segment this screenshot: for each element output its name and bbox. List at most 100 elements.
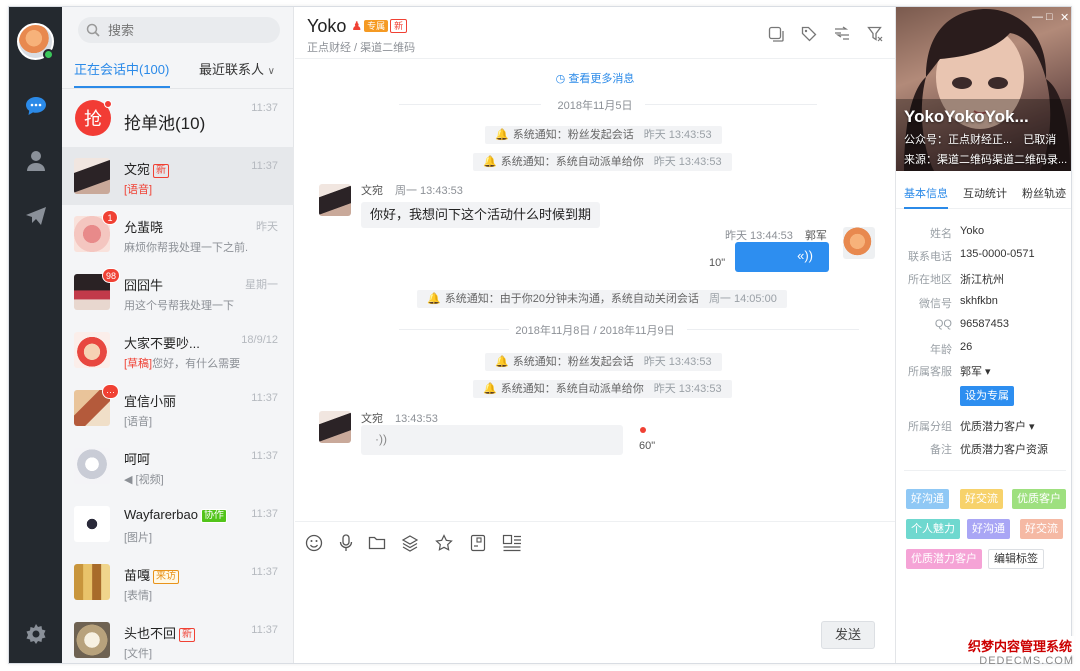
chat-icon[interactable] [23,93,48,118]
copy-icon[interactable] [765,23,787,45]
message-time: 昨天 13:44:53 [725,230,793,242]
sender-name: 文宛 [361,413,383,425]
field-row: 备注 优质潜力客户资源 [896,441,1071,463]
field-row: 所属分组 优质潜力客户 ▾ [896,418,1071,440]
contact-time: 11:37 [251,160,278,172]
fan-tag[interactable]: 好交流 [1020,519,1063,539]
contact-item[interactable]: Wayfarerbao 协作 [图片] 11:37 [62,495,294,553]
close-session-icon[interactable] [864,23,886,45]
field-value[interactable]: 135-0000-0571 [960,248,1035,260]
field-row: 年龄 26 [896,341,1071,363]
voice-wave-icon: ·)) [375,432,387,446]
fan-tag[interactable]: 优质客户 [1012,489,1066,509]
system-notice: 🔔 系统通知：粉丝发起会话 昨天 13:43:53 [485,126,722,144]
field-value[interactable]: 浙江杭州 [960,271,1004,287]
send-icon[interactable] [23,203,48,228]
contacts-icon[interactable] [23,148,48,173]
field-value[interactable]: Yoko [960,225,984,237]
search-icon [86,23,100,37]
voice-message-in[interactable]: ·)) [361,425,623,455]
emoji-icon[interactable] [303,532,325,554]
maximize-button[interactable]: □ [1046,11,1053,23]
search-input[interactable] [108,22,268,38]
folder-icon[interactable] [366,532,388,554]
load-more-label: 查看更多消息 [568,73,635,85]
field-row: 所属客服 郭军 ▾ [896,363,1071,385]
set-exclusive-button[interactable]: 设为专属 [960,386,1014,406]
my-avatar[interactable] [17,23,54,60]
agent-avatar[interactable] [843,227,875,259]
contact-name: 苗嘎 [124,568,151,583]
voice-duration: 60" [639,440,656,452]
system-notice-time: 昨天 13:43:53 [653,156,722,168]
contact-item[interactable]: 头也不回新 [文件] 11:37 [62,611,294,663]
microphone-icon[interactable] [335,532,357,554]
screenshot-icon[interactable] [467,532,489,554]
contact-avatar [74,506,110,542]
field-row: 微信号 skhfkbn [896,295,1071,317]
fan-tag[interactable]: 好沟通 [967,519,1010,539]
fan-tag[interactable]: 好交流 [960,489,1003,509]
field-row: 姓名 Yoko [896,225,1071,247]
field-value[interactable]: 26 [960,341,972,353]
tab-interaction-stats[interactable]: 互动统计 [963,185,1007,201]
unread-voice-dot [640,427,646,433]
tab-fan-track[interactable]: 粉丝轨迹 [1022,185,1066,201]
fan-tag[interactable]: 好沟通 [906,489,949,509]
divider [904,470,1066,471]
contact-avatar [74,158,110,194]
sender-name: 文宛 [361,185,383,197]
sender-avatar[interactable] [319,184,351,216]
field-value[interactable]: 96587453 [960,318,1009,330]
tab-recent-contacts[interactable]: 最近联系人 ∨ [199,59,275,78]
fan-tag[interactable]: 个人魅力 [906,519,960,539]
contact-name: Wayfarerbao [124,507,198,522]
tab-basic-info[interactable]: 基本信息 [904,185,948,209]
contact-item[interactable]: 文宛新 [语音] 11:37 [62,147,294,205]
contact-preview: ◀ [视频] [124,474,164,486]
voice-message-out[interactable]: «)) [735,242,829,272]
contact-name: 文宛 [124,162,151,177]
send-button[interactable]: 发送 [821,621,875,649]
contact-preview: [表情] [124,590,153,602]
unread-badge: 98 [102,268,121,283]
contact-item[interactable]: 呵呵 ◀ [视频] 11:37 [62,437,294,495]
star-icon[interactable] [433,532,455,554]
contact-name: 宜信小丽 [124,394,177,409]
order-pool-item[interactable]: 抢 抢单池(10) 11:37 [62,90,294,146]
contact-item[interactable]: 98 囧囧牛 用这个号帮我处理一下 星期一 [62,263,294,321]
group-select[interactable]: 优质潜力客户 ▾ [960,418,1035,434]
search-box[interactable] [78,17,280,43]
quick-reply-icon[interactable] [501,532,523,554]
transfer-icon[interactable] [831,23,853,45]
sender-avatar[interactable] [319,411,351,443]
agent-select[interactable]: 郭军 ▾ [960,363,991,379]
edit-tags-button[interactable]: 编辑标签 [988,549,1044,569]
chat-panel: Yoko ♟ 专属新 正点财经 / 渠道二维码 ◷ 查看更多消息 2018年11月… [295,7,895,663]
contact-item[interactable]: 苗嘎 来访 [表情] 11:37 [62,553,294,611]
contact-avatar [74,448,110,484]
layers-icon[interactable] [399,532,421,554]
message-input[interactable]: 发送 [295,561,895,663]
fan-tag[interactable]: 优质潜力客户 [906,549,982,569]
system-notice-time: 昨天 13:43:53 [653,383,722,395]
contact-preview: [语音] [124,416,153,428]
system-notice-text: 系统通知：由于你20分钟未沟通，系统自动关闭会话 [444,293,699,305]
system-notice-text: 系统通知：系统自动派单给你 [500,383,644,395]
order-pool-name: 抢单池(10) [124,114,206,133]
tag-icon[interactable] [798,23,820,45]
minimize-button[interactable]: — [1032,11,1043,23]
contact-item[interactable]: 大家不要吵... [草稿]您好，有什么需要 18/9/12 [62,321,294,379]
load-more-link[interactable]: ◷ 查看更多消息 [295,70,895,86]
contact-item[interactable]: 1 允蜚晓 麻烦你帮我处理一下之前... 昨天 [62,205,294,263]
system-notice: 🔔 系统通知：系统自动派单给你 昨天 13:43:53 [473,153,732,171]
contact-item[interactable]: ··· 宜信小丽 [语音] 11:37 [62,379,294,437]
contact-name: 呵呵 [124,452,151,467]
order-pool-avatar-char: 抢 [84,109,102,130]
note-value[interactable]: 优质潜力客户资源 [960,441,1048,457]
close-window-button[interactable]: ✕ [1060,11,1069,24]
settings-gear-icon[interactable] [23,621,48,646]
field-value[interactable]: skhfkbn [960,295,998,307]
tab-active-sessions[interactable]: 正在会话中(100) [74,59,170,88]
bell-icon: 🔔 [495,356,509,368]
